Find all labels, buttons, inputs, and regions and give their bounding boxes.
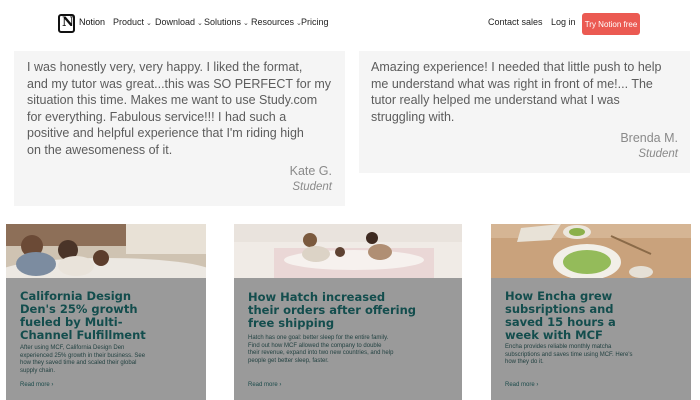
card-description: Hatch has one goal: better sleep for the…: [248, 335, 394, 364]
nav-item-product[interactable]: Product ⌄: [113, 17, 152, 27]
read-more-link[interactable]: Read more ›: [20, 382, 53, 388]
top-navbar: N Notion Product ⌄ Download ⌄ Solutions ⌄ R…: [0, 0, 700, 48]
nav-item-pricing[interactable]: Pricing: [301, 17, 329, 27]
nav-item-download[interactable]: Download ⌄: [155, 17, 203, 27]
try-notion-free-button[interactable]: Try Notion free: [582, 13, 640, 35]
case-study-card[interactable]: How Hatch increased their orders after o…: [234, 224, 462, 400]
testimonial-role: Student: [638, 148, 678, 160]
testimonial-author: Kate G.: [289, 164, 332, 178]
card-description: Encha provides reliable monthly matcha s…: [505, 344, 633, 365]
card-title[interactable]: California Design Den's 25% growth fuele…: [20, 290, 200, 342]
testimonial-card: I was honestly very, very happy. I liked…: [14, 51, 345, 206]
case-study-card[interactable]: How Encha grew subsriptions and saved 15…: [491, 224, 691, 400]
chevron-down-icon: ⌄: [197, 20, 203, 27]
card-title[interactable]: How Encha grew subsriptions and saved 15…: [505, 290, 690, 342]
read-more-link[interactable]: Read more ›: [248, 382, 281, 388]
card-description: After using MCF, California Design Den e…: [20, 345, 146, 374]
testimonial-quote: I was honestly very, very happy. I liked…: [27, 60, 332, 157]
matcha-photo-image: [491, 224, 691, 278]
testimonial-author: Brenda M.: [620, 131, 678, 145]
testimonial-card: Amazing experience! I needed that little…: [359, 51, 690, 173]
nav-item-resources[interactable]: Resources ⌄: [251, 17, 302, 27]
testimonial-quote: Amazing experience! I needed that little…: [371, 60, 662, 124]
testimonial-role: Student: [292, 181, 332, 193]
nav-item-solutions[interactable]: Solutions ⌄: [204, 17, 249, 27]
bed-photo-image: [234, 224, 462, 278]
login-link[interactable]: Log in: [551, 17, 576, 27]
card-title[interactable]: How Hatch increased their orders after o…: [248, 291, 458, 330]
chevron-down-icon: ⌄: [146, 20, 152, 27]
brand-name[interactable]: Notion: [79, 17, 105, 27]
family-photo-image: [6, 224, 206, 278]
contact-sales-link[interactable]: Contact sales: [488, 17, 543, 27]
chevron-down-icon: ⌄: [243, 20, 249, 27]
read-more-link[interactable]: Read more ›: [505, 382, 538, 388]
notion-logo-icon[interactable]: N: [58, 14, 75, 33]
case-study-card[interactable]: California Design Den's 25% growth fuele…: [6, 224, 206, 400]
